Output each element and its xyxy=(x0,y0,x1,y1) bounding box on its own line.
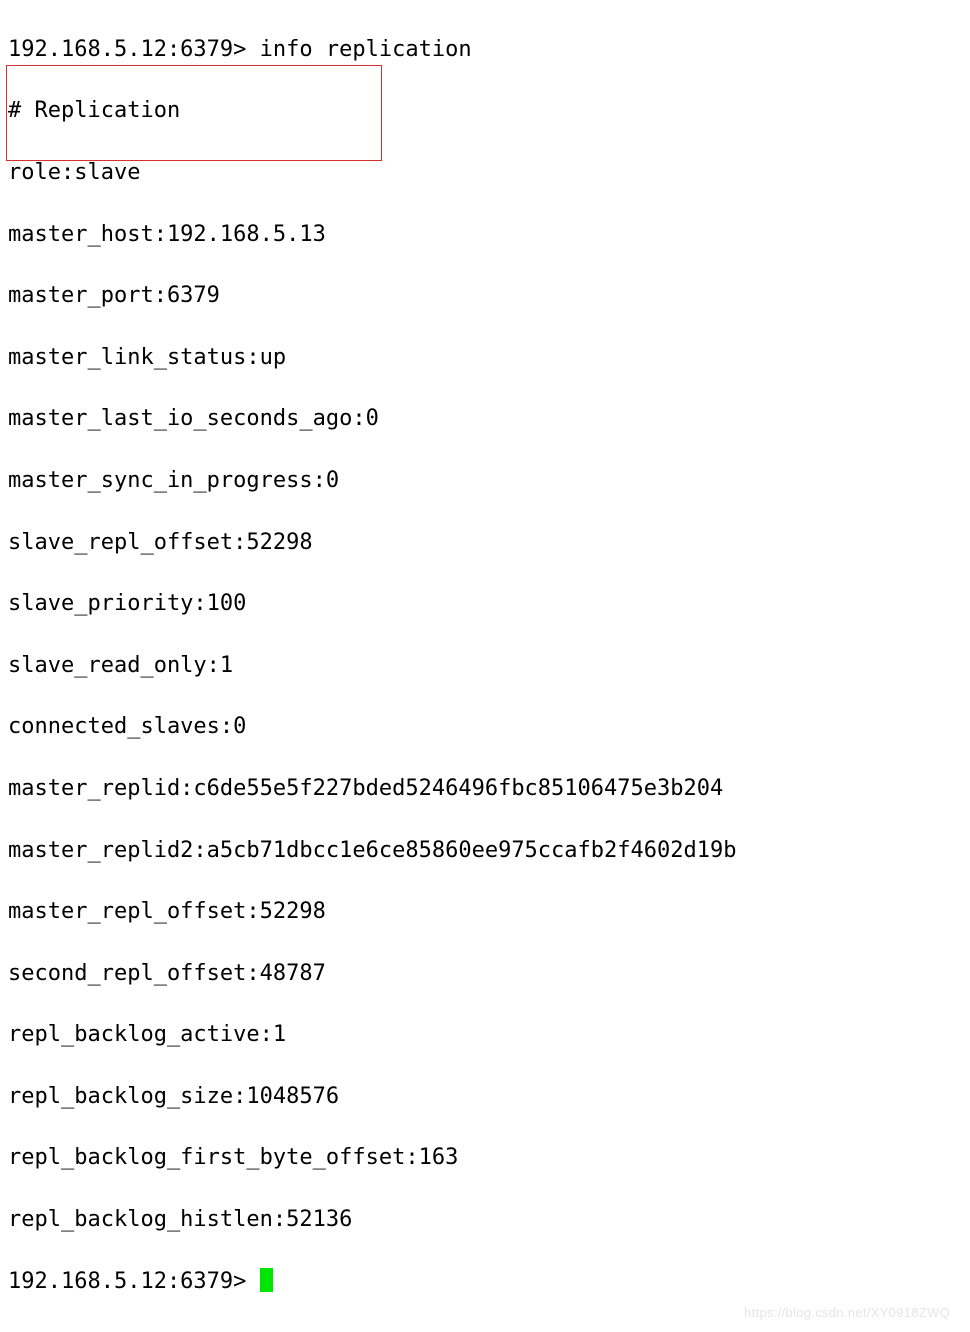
output-master-host: master_host:192.168.5.13 xyxy=(8,220,962,251)
output-slave-read-only: slave_read_only:1 xyxy=(8,651,962,682)
prompt-host-2: 192.168.5.12:6379> xyxy=(8,1269,260,1294)
output-master-last-io: master_last_io_seconds_ago:0 xyxy=(8,404,962,435)
output-master-repl-offset: master_repl_offset:52298 xyxy=(8,897,962,928)
output-repl-backlog-active: repl_backlog_active:1 xyxy=(8,1020,962,1051)
output-master-link-status: master_link_status:up xyxy=(8,343,962,374)
terminal-output[interactable]: 192.168.5.12:6379> info replication # Re… xyxy=(8,4,962,1328)
command-text: info replication xyxy=(260,37,472,62)
output-repl-backlog-size: repl_backlog_size:1048576 xyxy=(8,1082,962,1113)
prompt-line[interactable]: 192.168.5.12:6379> xyxy=(8,1267,962,1298)
output-role: role:slave xyxy=(8,158,962,189)
watermark-text: https://blog.csdn.net/XY0918ZWQ xyxy=(744,1304,950,1322)
output-master-replid2: master_replid2:a5cb71dbcc1e6ce85860ee975… xyxy=(8,836,962,867)
cursor-icon xyxy=(260,1268,273,1292)
output-slave-repl-offset: slave_repl_offset:52298 xyxy=(8,528,962,559)
output-connected-slaves: connected_slaves:0 xyxy=(8,712,962,743)
output-second-repl-offset: second_repl_offset:48787 xyxy=(8,959,962,990)
prompt-host: 192.168.5.12:6379> xyxy=(8,37,260,62)
section-header: # Replication xyxy=(8,96,962,127)
output-repl-backlog-first-byte: repl_backlog_first_byte_offset:163 xyxy=(8,1143,962,1174)
output-master-replid: master_replid:c6de55e5f227bded5246496fbc… xyxy=(8,774,962,805)
output-master-sync: master_sync_in_progress:0 xyxy=(8,466,962,497)
command-line: 192.168.5.12:6379> info replication xyxy=(8,35,962,66)
output-slave-priority: slave_priority:100 xyxy=(8,589,962,620)
output-repl-backlog-histlen: repl_backlog_histlen:52136 xyxy=(8,1205,962,1236)
output-master-port: master_port:6379 xyxy=(8,281,962,312)
